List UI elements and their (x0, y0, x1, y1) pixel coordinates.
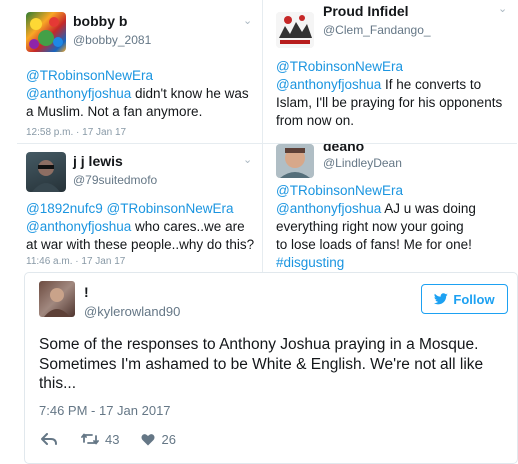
timestamp[interactable]: 11:46 a.m. · 17 Jan 17 (26, 256, 125, 267)
tweet-text: @TRobinsonNewEra @anthonyfjoshua If he c… (276, 58, 516, 130)
tweet-text: @TRobinsonNewEra @anthonyfjoshua AJ u wa… (276, 182, 516, 272)
avatar[interactable] (26, 12, 66, 52)
tweet-text: Some of the responses to Anthony Joshua … (39, 336, 484, 392)
display-name[interactable]: bobby b (73, 13, 127, 29)
mention-link[interactable]: @anthonyfjoshua (26, 86, 131, 101)
display-name[interactable]: ! (84, 284, 89, 300)
username[interactable]: @LindleyDean (323, 156, 402, 170)
text-span: didn't know he was (131, 86, 249, 101)
text-line: Islam, I'll be praying for his opponents (276, 95, 503, 110)
reply-tweet-card: Proud Infidel @Clem_Fandango_ ⌄ @TRobins… (263, 0, 517, 144)
reply-tweet-card: bobby b @bobby_2081 ⌄ @TRobinsonNewEra @… (17, 0, 263, 144)
username[interactable]: @79suitedmofo (73, 173, 157, 187)
reply-tweet-card: deano @LindleyDean @TRobinsonNewEra @ant… (263, 144, 517, 272)
mention-link[interactable]: @TRobinsonNewEra (103, 201, 234, 216)
text-line: a Muslim. Not a fan anymore. (26, 104, 203, 119)
text-span: AJ u was doing (381, 201, 476, 216)
mention-link[interactable]: @1892nufc9 (26, 201, 103, 216)
like-button[interactable]: 26 (141, 431, 176, 447)
embedded-tweet: ! @kylerowland90 Follow Some of the resp… (24, 272, 518, 464)
tweet-actions: 43 26 (41, 429, 176, 449)
mention-link[interactable]: @TRobinsonNewEra (26, 68, 153, 83)
text-line: from now on. (276, 113, 355, 128)
chevron-down-icon[interactable]: ⌄ (243, 153, 252, 166)
text-span: If he converts to (381, 77, 482, 92)
text-line: everything right now your going (276, 219, 464, 234)
timestamp[interactable]: 7:46 PM - 17 Jan 2017 (39, 403, 171, 418)
text-span: who cares..we are (131, 219, 245, 234)
reply-icon (41, 433, 57, 445)
avatar[interactable] (276, 144, 314, 178)
avatar[interactable] (276, 12, 314, 48)
display-name[interactable]: Proud Infidel (323, 3, 409, 19)
chevron-down-icon[interactable]: ⌄ (243, 14, 252, 27)
screenshot-grid: bobby b @bobby_2081 ⌄ @TRobinsonNewEra @… (17, 0, 517, 272)
text-line: to lose loads of fans! Me for one! (276, 237, 472, 252)
mention-link[interactable]: @anthonyfjoshua (276, 77, 381, 92)
avatar[interactable] (26, 152, 66, 192)
mention-link[interactable]: @TRobinsonNewEra (276, 59, 403, 74)
retweet-icon (81, 433, 99, 445)
display-name[interactable]: deano (323, 144, 364, 154)
username[interactable]: @bobby_2081 (73, 33, 151, 47)
like-count: 26 (161, 431, 176, 447)
follow-label: Follow (453, 291, 495, 307)
reply-button[interactable] (41, 433, 57, 445)
display-name[interactable]: j j lewis (73, 153, 123, 169)
username[interactable]: @kylerowland90 (84, 304, 180, 319)
retweet-button[interactable]: 43 (81, 432, 119, 447)
username[interactable]: @Clem_Fandango_ (323, 23, 431, 37)
heart-icon (141, 433, 155, 445)
avatar[interactable] (39, 281, 75, 317)
follow-button[interactable]: Follow (421, 284, 508, 314)
retweet-count: 43 (105, 431, 120, 447)
mention-link[interactable]: @anthonyfjoshua (26, 219, 131, 234)
tweet-text: @TRobinsonNewEra @anthonyfjoshua didn't … (26, 67, 260, 121)
mention-link[interactable]: @TRobinsonNewEra (276, 183, 403, 198)
text-line: at war with these people..why do this? (26, 237, 255, 252)
reply-tweet-card: j j lewis @79suitedmofo ⌄ @1892nufc9 @TR… (17, 144, 263, 272)
mention-link[interactable]: @anthonyfjoshua (276, 201, 381, 216)
tweet-text: @1892nufc9 @TRobinsonNewEra @anthonyfjos… (26, 200, 262, 254)
chevron-down-icon[interactable]: ⌄ (498, 2, 507, 15)
twitter-bird-icon (434, 293, 449, 305)
timestamp[interactable]: 12:58 p.m. · 17 Jan 17 (26, 127, 126, 138)
hashtag-link[interactable]: #disgusting (276, 255, 344, 270)
